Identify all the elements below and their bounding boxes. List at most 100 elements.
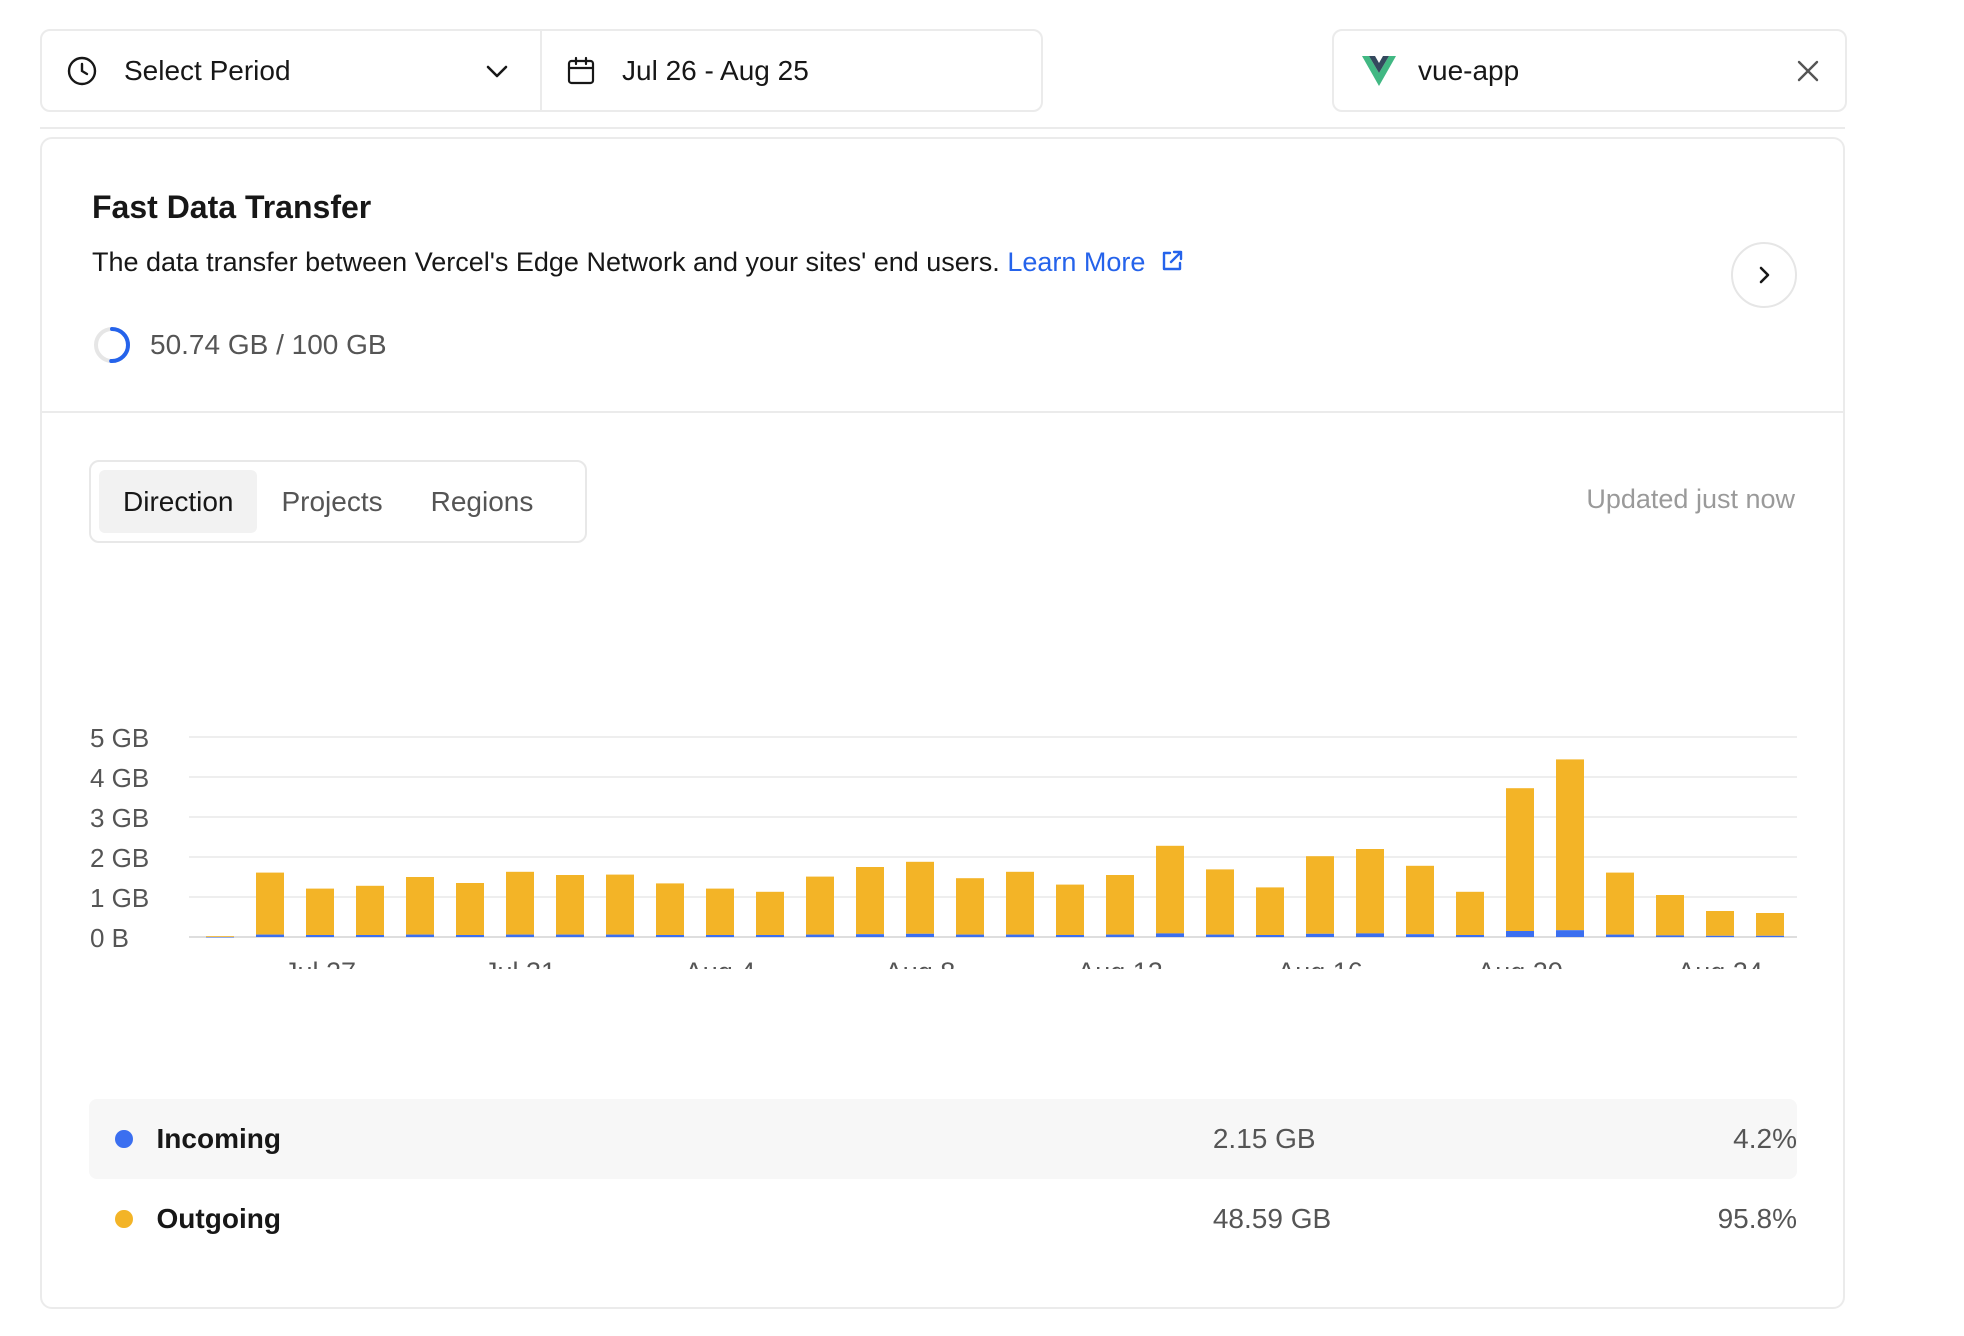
tab-direction[interactable]: Direction xyxy=(99,470,258,533)
fast-data-transfer-card: Fast Data Transfer The data transfer bet… xyxy=(40,137,1845,1309)
bar-outgoing xyxy=(1456,891,1484,935)
tab-regions[interactable]: Regions xyxy=(407,470,558,533)
calendar-icon xyxy=(566,56,596,86)
bar-incoming xyxy=(1406,934,1434,937)
bar-outgoing xyxy=(1406,865,1434,935)
legend-percent: 4.2% xyxy=(1733,1123,1797,1154)
y-tick-label: 5 GB xyxy=(90,723,149,753)
chevron-right-icon xyxy=(1753,264,1775,286)
project-filter[interactable]: vue-app xyxy=(1332,29,1847,112)
bar-incoming xyxy=(606,934,634,937)
bar-outgoing xyxy=(456,883,484,935)
bar-outgoing xyxy=(856,867,884,935)
description-text: The data transfer between Vercel's Edge … xyxy=(92,247,1000,277)
incoming-color-dot xyxy=(115,1130,133,1148)
x-tick-label: Aug 16 xyxy=(1277,957,1363,969)
legend-row-incoming: Incoming 2.15 GB 4.2% xyxy=(89,1099,1797,1179)
legend-row-outgoing: Outgoing 48.59 GB 95.8% xyxy=(89,1179,1797,1259)
y-tick-label: 2 GB xyxy=(90,843,149,873)
date-range-picker[interactable]: Jul 26 - Aug 25 xyxy=(542,31,1041,110)
chevron-down-icon xyxy=(484,58,510,84)
bar-incoming xyxy=(1156,933,1184,937)
bar-outgoing xyxy=(556,875,584,935)
bar-incoming xyxy=(306,935,334,937)
bar-incoming xyxy=(356,935,384,937)
x-tick-label: Aug 12 xyxy=(1077,957,1163,969)
bar-incoming xyxy=(1706,935,1734,937)
bar-outgoing xyxy=(1656,895,1684,936)
vue-logo-icon xyxy=(1362,52,1396,90)
bar-outgoing xyxy=(1156,845,1184,934)
bar-incoming xyxy=(1106,934,1134,937)
bar-outgoing xyxy=(1506,788,1534,931)
close-icon[interactable] xyxy=(1795,58,1821,84)
bar-incoming xyxy=(656,935,684,937)
bar-incoming xyxy=(1206,934,1234,937)
bar-outgoing xyxy=(1306,856,1334,934)
bar-incoming xyxy=(1456,935,1484,937)
bar-incoming xyxy=(906,933,934,937)
bar-outgoing xyxy=(1056,884,1084,935)
bar-incoming xyxy=(1356,933,1384,937)
bar-outgoing xyxy=(1106,875,1134,935)
bar-outgoing xyxy=(656,883,684,935)
bar-incoming xyxy=(1656,935,1684,937)
bar-outgoing xyxy=(1706,911,1734,936)
bar-incoming xyxy=(1506,931,1534,937)
tab-projects[interactable]: Projects xyxy=(257,470,406,533)
bar-outgoing xyxy=(1556,759,1584,931)
bar-incoming xyxy=(206,937,234,938)
select-period-dropdown[interactable]: Select Period xyxy=(42,31,542,110)
bar-incoming xyxy=(256,934,284,937)
bar-incoming xyxy=(756,935,784,937)
bar-incoming xyxy=(856,934,884,937)
legend-name: Outgoing xyxy=(156,1203,281,1234)
bar-incoming xyxy=(556,934,584,937)
bar-incoming xyxy=(706,935,734,937)
bar-outgoing xyxy=(1756,913,1784,936)
card-title: Fast Data Transfer xyxy=(92,189,372,225)
learn-more-link[interactable]: Learn More xyxy=(1007,247,1185,277)
bar-incoming xyxy=(956,934,984,937)
bar-incoming xyxy=(1306,933,1334,937)
x-tick-label: Jul 31 xyxy=(484,957,556,969)
bar-incoming xyxy=(1006,934,1034,937)
bar-outgoing xyxy=(806,876,834,935)
legend-percent: 95.8% xyxy=(1717,1203,1797,1234)
usage-progress-ring xyxy=(92,325,132,365)
bar-incoming xyxy=(456,935,484,937)
project-name: vue-app xyxy=(1418,54,1520,86)
y-tick-label: 3 GB xyxy=(90,803,149,833)
bar-outgoing xyxy=(1256,887,1284,935)
bar-outgoing xyxy=(1006,871,1034,935)
y-tick-label: 4 GB xyxy=(90,763,149,793)
bar-outgoing xyxy=(906,861,934,934)
x-tick-label: Aug 24 xyxy=(1677,957,1763,969)
clock-icon xyxy=(66,55,98,87)
legend-value: 48.59 GB xyxy=(1212,1203,1332,1234)
data-transfer-chart: 0 B 1 GB 2 GB 3 GB 4 GB 5 GB Jul 27 Jul 31 Aug 4… xyxy=(90,723,1797,969)
bar-incoming xyxy=(806,934,834,937)
bar-outgoing xyxy=(956,878,984,935)
bar-incoming xyxy=(506,934,534,937)
bar-outgoing xyxy=(1606,872,1634,935)
card-description: The data transfer between Vercel's Edge … xyxy=(92,247,1185,278)
bar-incoming xyxy=(1056,935,1084,937)
y-tick-label: 0 B xyxy=(90,923,129,953)
open-details-button[interactable] xyxy=(1731,242,1797,308)
usage-text: 50.74 GB / 100 GB xyxy=(150,329,387,360)
bar-outgoing xyxy=(206,936,234,937)
x-tick-label: Aug 4 xyxy=(685,957,756,969)
bar-outgoing xyxy=(306,888,334,935)
bar-outgoing xyxy=(406,877,434,935)
external-link-icon xyxy=(1159,248,1185,274)
bar-incoming xyxy=(406,934,434,937)
bar-incoming xyxy=(1756,935,1784,937)
card-section-divider xyxy=(42,411,1843,413)
bar-outgoing xyxy=(256,872,284,935)
select-period-label: Select Period xyxy=(124,54,291,86)
bar-incoming xyxy=(1556,930,1584,937)
updated-status: Updated just now xyxy=(1586,484,1795,514)
legend-value: 2.15 GB xyxy=(1212,1123,1316,1154)
bar-outgoing xyxy=(506,871,534,935)
